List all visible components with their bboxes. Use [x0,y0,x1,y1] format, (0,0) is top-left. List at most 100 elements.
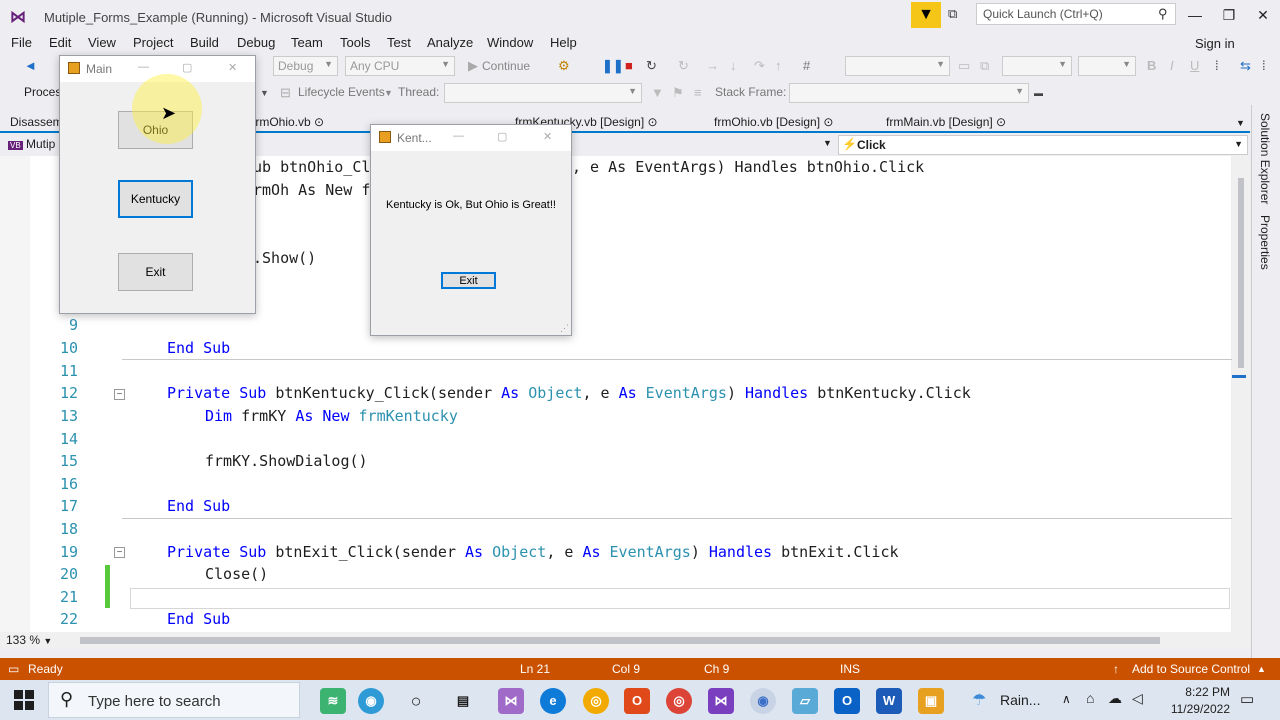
overflow-icon[interactable]: ⁞ [1215,55,1219,77]
back-icon[interactable]: ◄ [24,55,37,77]
minimize-icon[interactable]: — [453,130,464,142]
hex-icon[interactable]: # [803,55,810,77]
italic-icon[interactable]: I [1170,55,1174,77]
stack-icon[interactable]: ≡ [694,82,702,104]
cortana-icon[interactable]: ○ [403,688,429,714]
pin-icon[interactable]: ⊙ [314,115,324,129]
menu-view[interactable]: View [88,35,116,50]
attach-icon[interactable]: ⚙ [558,55,570,77]
flag-icon[interactable]: ⚑ [672,82,684,104]
chrome-icon[interactable]: ◎ [666,688,692,714]
clock-date[interactable]: 11/29/2022 [1160,702,1230,716]
search-icon[interactable]: ⚲ [1158,6,1168,22]
minimize-button[interactable]: — [1180,4,1210,26]
toolbar-combo-2[interactable]: ▼ [1002,56,1072,76]
close-icon[interactable]: ✕ [543,130,552,143]
pin-icon[interactable]: ⊙ [823,115,833,129]
lifecycle-events-button[interactable]: Lifecycle Events [298,85,385,99]
restore-button[interactable]: ❐ [1214,4,1244,26]
tab-frmohio-design[interactable]: frmOhio.vb [Design] ⊙ [714,115,833,129]
menu-analyze[interactable]: Analyze [427,35,473,50]
visual-studio-2-icon[interactable]: ⋈ [708,688,734,714]
onedrive-cloud-icon[interactable]: ☁ [1108,690,1122,707]
overflow-icon[interactable]: ▬ [1034,82,1043,104]
bold-icon[interactable]: B [1147,55,1156,77]
tab-frmohio-vb[interactable]: frmOhio.vb ⊙ [252,115,324,129]
stop-icon[interactable]: ■ [625,55,633,77]
filter-icon[interactable]: ▼ [911,2,941,28]
outlook-icon[interactable]: O [834,688,860,714]
volume-icon[interactable]: ◁ [1132,690,1143,707]
member-combo[interactable]: ⚡ Click ▼ [838,135,1248,155]
kentucky-form-titlebar[interactable]: Kent... — ▢ ✕ [371,125,571,151]
collapse-icon[interactable]: − [114,547,125,558]
menu-file[interactable]: File [11,35,32,50]
platform-combo[interactable]: Any CPU ▼ [345,56,455,76]
clock-time[interactable]: 8:22 PM [1170,685,1230,699]
feedback-icon[interactable]: ⧉ [948,6,968,24]
office-icon[interactable]: O [624,688,650,714]
zoom-combo[interactable]: 133 % ▼ [6,633,66,648]
properties-tab[interactable]: Properties [1258,215,1272,270]
kentucky-form-window[interactable]: Kent... — ▢ ✕ Kentucky is Ok, But Ohio i… [370,124,572,336]
maximize-icon[interactable]: ▢ [182,61,192,74]
thread-combo[interactable]: ▼ [444,83,642,103]
tab-frmmain-design[interactable]: frmMain.vb [Design] ⊙ [886,115,1006,129]
chrome-canary-icon[interactable]: ◎ [583,688,609,714]
minimize-icon[interactable]: — [138,61,149,73]
collapse-icon[interactable]: − [114,389,125,400]
underline-icon[interactable]: U [1190,55,1199,77]
sign-in-link[interactable]: Sign in [1195,36,1235,51]
layout-icon[interactable]: ⇆ [1240,55,1251,77]
tab-overflow-chevron-icon[interactable]: ▼ [1236,118,1245,128]
config-combo[interactable]: Debug ▼ [273,56,338,76]
kentucky-exit-button[interactable]: Exit [441,272,496,289]
task-view-icon[interactable]: ▤ [450,688,476,714]
kentucky-button[interactable]: Kentucky [118,180,193,218]
overflow-icon[interactable]: ⁞ [1262,55,1266,77]
close-button[interactable]: ✕ [1248,4,1278,26]
restart-icon[interactable]: ↻ [646,55,657,77]
comment-icon[interactable]: ▭ [958,55,970,77]
vertical-scrollbar-thumb[interactable] [1238,178,1244,368]
chevron-up-icon[interactable]: ▲ [1257,664,1266,674]
step-back-icon[interactable]: ↑ [775,55,782,77]
notification-icon[interactable]: ▭ [1240,690,1254,708]
network-icon[interactable]: ⌂ [1086,690,1094,706]
menu-test[interactable]: Test [387,35,411,50]
pin-icon[interactable]: ⊙ [996,115,1006,129]
exit-button[interactable]: Exit [118,253,193,291]
chevron-down-icon[interactable]: ▼ [823,138,832,148]
project-combo[interactable]: VB Mutip [8,137,55,151]
edge-icon[interactable]: e [540,688,566,714]
stack-frame-combo[interactable]: ▼ [789,83,1029,103]
taskbar-app-icon[interactable]: ≋ [320,688,346,714]
step-out-icon[interactable]: ↷ [754,55,765,77]
visual-studio-icon[interactable]: ⋈ [498,688,524,714]
menu-team[interactable]: Team [291,35,323,50]
chevron-down-icon[interactable]: ▼ [384,82,393,104]
step-over-icon[interactable]: ↓ [730,55,737,77]
running-form-icon[interactable]: ▣ [918,688,944,714]
chevron-down-icon[interactable]: ▼ [260,82,269,104]
filter-thread-icon[interactable]: ▼ [651,82,664,104]
step-into-icon[interactable]: → [706,55,719,77]
close-icon[interactable]: ✕ [228,61,237,74]
uncomment-icon[interactable]: ⧉ [980,55,989,77]
add-to-source-control-button[interactable]: Add to Source Control [1132,662,1250,676]
weather-text[interactable]: Rain... [1000,692,1040,708]
menu-debug[interactable]: Debug [237,35,275,50]
tab-disassembly[interactable]: Disassem [10,115,63,129]
quick-launch-input[interactable]: Quick Launch (Ctrl+Q) [976,3,1176,25]
toolbar-combo-3[interactable]: ▼ [1078,56,1136,76]
continue-button[interactable]: Continue [482,59,530,73]
menu-tools[interactable]: Tools [340,35,370,50]
menu-edit[interactable]: Edit [49,35,71,50]
play-icon[interactable]: ▶ [468,55,478,77]
resize-grip-icon[interactable]: ⋰ [560,323,569,334]
menu-build[interactable]: Build [190,35,219,50]
solution-explorer-tab[interactable]: Solution Explorer [1258,113,1272,204]
toolbar-combo-1[interactable]: ▼ [845,56,950,76]
maximize-icon[interactable]: ▢ [497,130,507,143]
paint-icon[interactable]: ▱ [792,688,818,714]
